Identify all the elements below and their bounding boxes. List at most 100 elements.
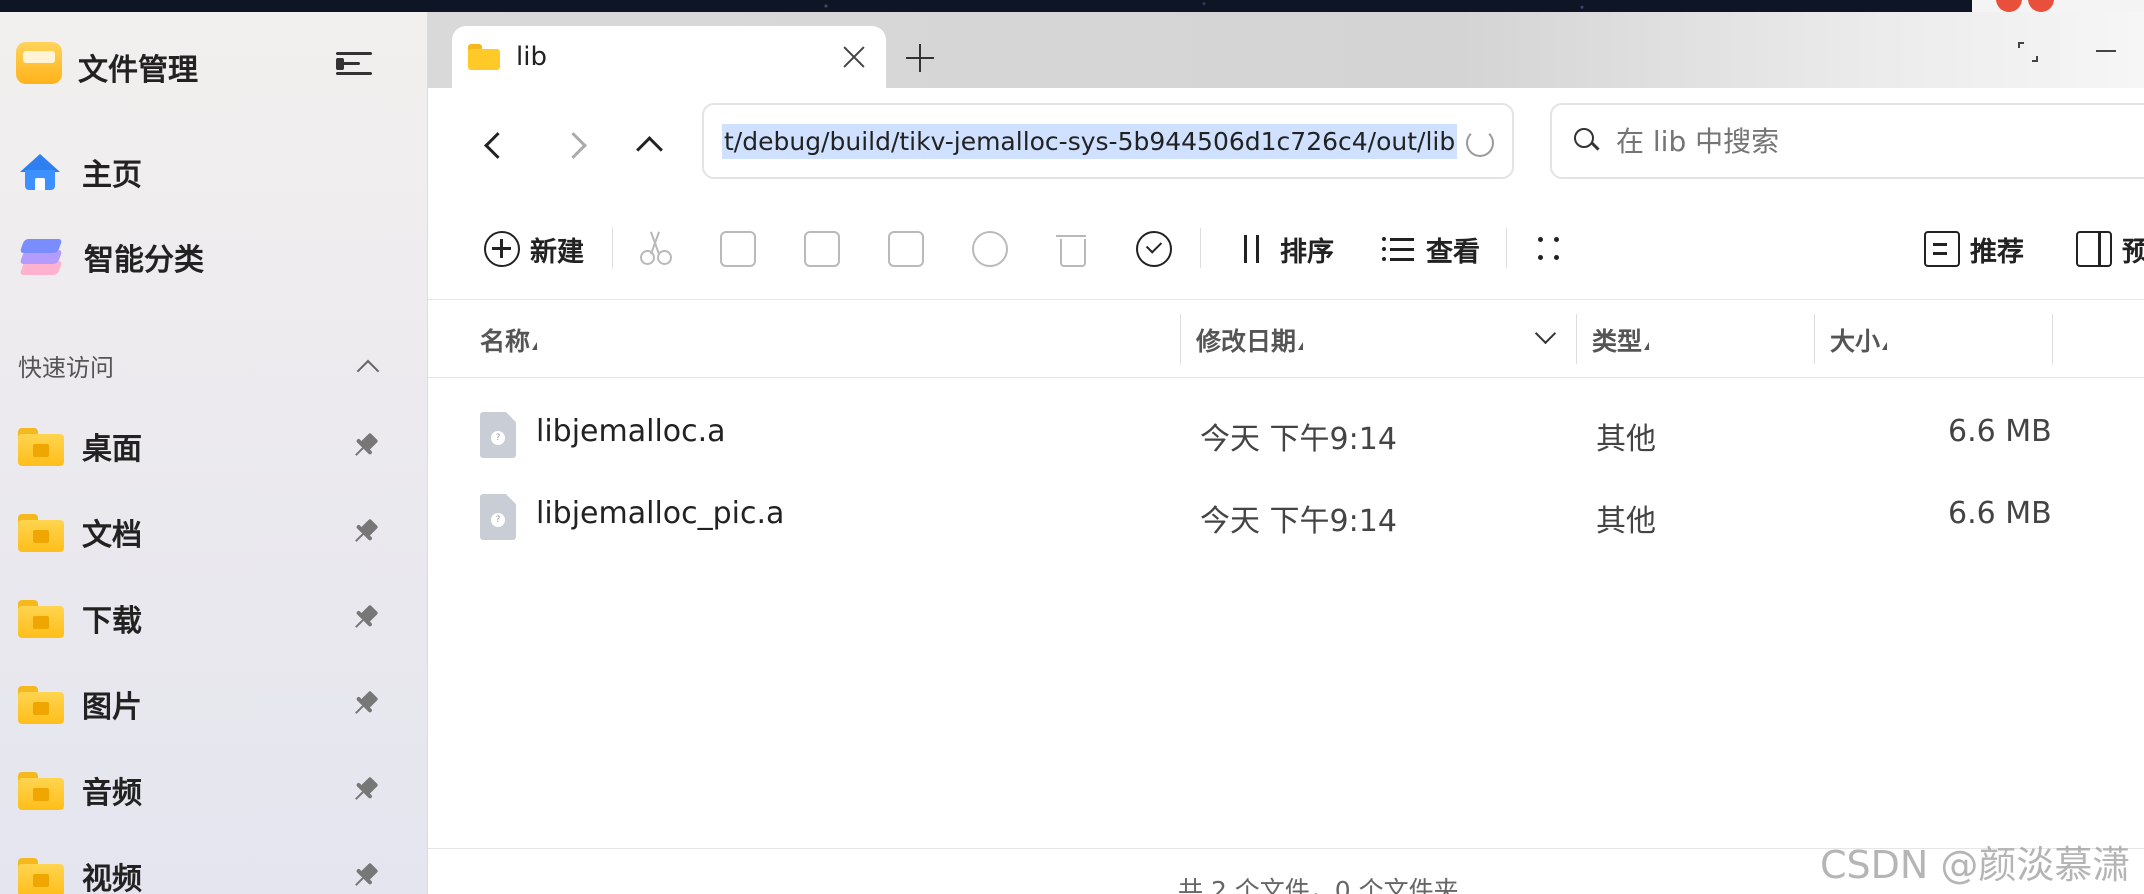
unknown-file-icon: ? <box>480 412 516 458</box>
recommend-icon <box>1924 231 1960 267</box>
address-bar[interactable]: t/debug/build/tikv-jemalloc-sys-5b944506… <box>702 103 1514 179</box>
watermark: CSDN @颜淡慕潇 <box>1820 843 2131 887</box>
share-button[interactable] <box>972 226 1008 272</box>
sidebar-item-home[interactable]: 主页 <box>20 147 410 197</box>
sidebar-item-downloads[interactable]: 下载 <box>18 592 379 644</box>
preview-button[interactable]: 预 <box>2076 226 2144 272</box>
file-modified: 今天 下午9:14 <box>1200 422 1397 457</box>
preview-label: 预 <box>2122 236 2144 268</box>
file-name: libjemalloc.a <box>536 414 726 449</box>
up-directory-icon[interactable] <box>628 124 668 164</box>
collapse-sidebar-icon[interactable] <box>334 48 374 80</box>
new-button[interactable]: 新建 <box>484 226 584 272</box>
rename-icon <box>888 231 924 267</box>
file-size: 6.6 MB <box>1948 414 2052 449</box>
sidebar-item-pictures[interactable]: 图片 <box>18 678 379 730</box>
check-circle-icon <box>1136 231 1172 267</box>
sidebar-item-desktop[interactable]: 桌面 <box>18 420 379 472</box>
rename-button[interactable] <box>888 226 924 272</box>
divider <box>1200 228 1201 268</box>
delete-button[interactable] <box>1054 226 1090 272</box>
pin-icon[interactable] <box>347 600 384 637</box>
home-icon <box>20 152 60 192</box>
sidebar-item-documents[interactable]: 文档 <box>18 506 379 558</box>
close-icon[interactable] <box>840 43 868 71</box>
sidebar-item-label: 下载 <box>82 604 142 639</box>
toolbar: 新建 排序 查看 推荐 预 <box>428 198 2144 300</box>
forward-icon[interactable] <box>552 124 592 164</box>
search-box[interactable] <box>1550 103 2144 179</box>
share-icon <box>972 231 1008 267</box>
sidebar: 文件管理 主页 智能分类 快速访问 桌面 文档 下载 图片 音频 视频 <box>0 12 428 894</box>
desktop-corner <box>1972 0 2144 12</box>
desktop-strip <box>0 0 2144 12</box>
sidebar-item-label: 智能分类 <box>84 243 204 278</box>
view-label: 查看 <box>1426 236 1480 268</box>
cut-button[interactable] <box>638 226 674 272</box>
minimize-icon[interactable] <box>2096 50 2116 52</box>
quick-access-header[interactable]: 快速访问 <box>18 348 378 383</box>
table-row[interactable]: ? libjemalloc_pic.a 今天 下午9:14 其他 6.6 MB <box>428 474 2144 554</box>
chevron-down-icon[interactable] <box>1534 326 1556 348</box>
sidebar-item-label: 音频 <box>82 776 142 811</box>
pin-icon[interactable] <box>347 428 384 465</box>
desktop-folder-icon <box>18 426 64 466</box>
more-button[interactable] <box>1532 226 1568 272</box>
pin-icon[interactable] <box>347 514 384 551</box>
pin-icon[interactable] <box>347 686 384 723</box>
column-divider[interactable] <box>1180 314 1181 364</box>
sidebar-item-label: 主页 <box>82 158 142 193</box>
pin-icon[interactable] <box>347 772 384 809</box>
search-icon <box>1574 128 1600 154</box>
pin-icon[interactable] <box>347 858 384 894</box>
sort-button[interactable]: 排序 <box>1234 226 1334 272</box>
divider <box>1506 228 1507 268</box>
paste-icon <box>804 231 840 267</box>
folder-icon <box>468 44 500 70</box>
red-dot-icon <box>1996 0 2022 12</box>
sort-label: 排序 <box>1280 236 1334 268</box>
search-input[interactable] <box>1616 124 2116 158</box>
column-name[interactable]: 名称 <box>480 322 538 358</box>
table-row[interactable]: ? libjemalloc.a 今天 下午9:14 其他 6.6 MB <box>428 392 2144 472</box>
select-button[interactable] <box>1136 226 1172 272</box>
more-icon <box>1532 231 1568 267</box>
paste-button[interactable] <box>804 226 840 272</box>
column-modified[interactable]: 修改日期 <box>1196 322 1304 358</box>
view-button[interactable]: 查看 <box>1380 226 1480 272</box>
app-title: 文件管理 <box>78 53 198 88</box>
copy-icon <box>720 231 756 267</box>
red-dot-icon <box>2028 0 2054 12</box>
column-divider[interactable] <box>2052 314 2053 364</box>
audio-folder-icon <box>18 770 64 810</box>
trash-icon <box>1054 231 1090 267</box>
sidebar-item-audio[interactable]: 音频 <box>18 764 379 816</box>
downloads-folder-icon <box>18 598 64 638</box>
sidebar-item-label: 文档 <box>82 518 142 553</box>
smart-category-icon <box>19 237 63 277</box>
column-divider[interactable] <box>1576 314 1577 364</box>
column-size[interactable]: 大小 <box>1830 322 1888 358</box>
address-path[interactable]: t/debug/build/tikv-jemalloc-sys-5b944506… <box>722 123 1458 159</box>
recommend-button[interactable]: 推荐 <box>1924 226 2024 272</box>
file-type: 其他 <box>1596 504 1656 539</box>
column-type[interactable]: 类型 <box>1592 322 1650 358</box>
chevron-up-icon[interactable] <box>356 355 378 377</box>
unknown-file-icon: ? <box>480 494 516 540</box>
tab-lib[interactable]: lib <box>452 26 886 88</box>
back-icon[interactable] <box>476 124 516 164</box>
refresh-icon[interactable] <box>1466 129 1494 157</box>
fullscreen-icon[interactable] <box>2018 42 2038 62</box>
sidebar-item-label: 图片 <box>82 690 142 725</box>
video-folder-icon <box>18 856 64 894</box>
sidebar-item-video[interactable]: 视频 <box>18 850 379 894</box>
list-view-icon <box>1380 231 1416 267</box>
copy-button[interactable] <box>720 226 756 272</box>
sidebar-item-smart-category[interactable]: 智能分类 <box>19 232 410 282</box>
new-tab-icon[interactable] <box>906 44 934 72</box>
sort-icon <box>1234 231 1270 267</box>
scissors-icon <box>638 231 674 267</box>
tab-label: lib <box>516 42 547 72</box>
pictures-folder-icon <box>18 684 64 724</box>
column-divider[interactable] <box>1814 314 1815 364</box>
